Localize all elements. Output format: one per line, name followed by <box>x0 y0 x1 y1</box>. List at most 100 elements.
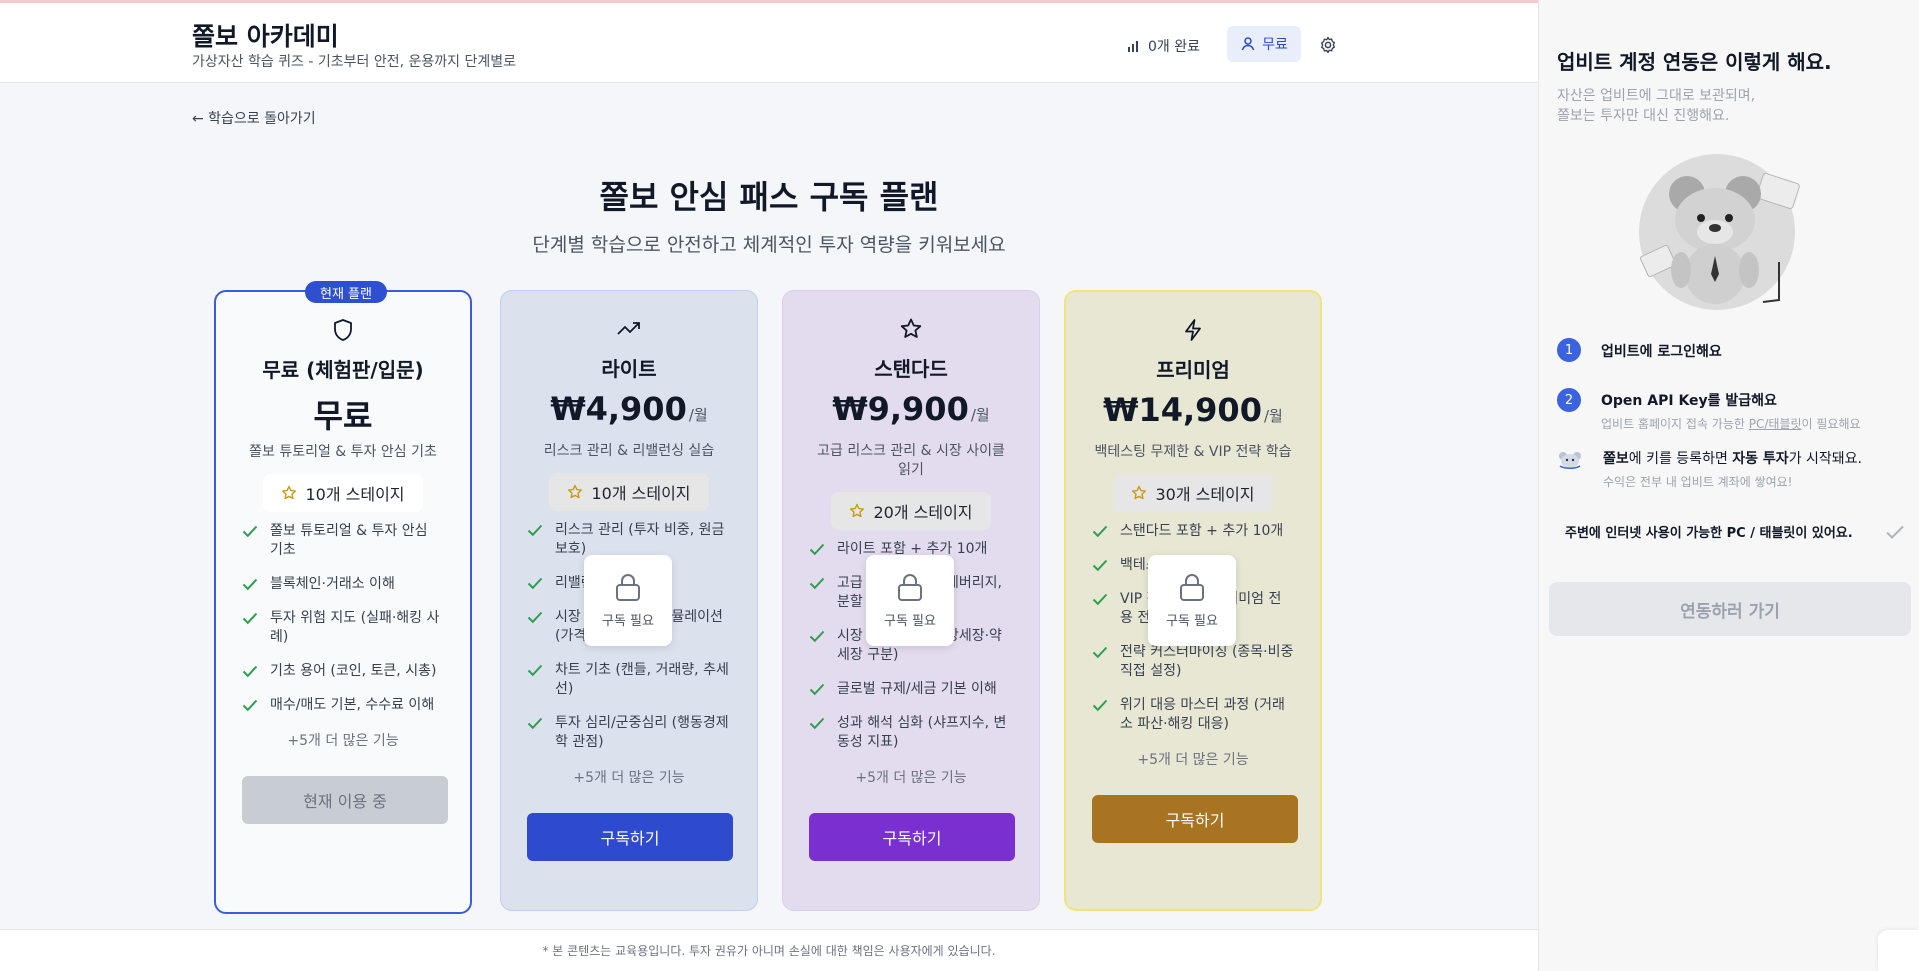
step-text: 업비트에 로그인해요 <box>1601 344 1722 360</box>
star-icon <box>1132 485 1147 500</box>
star-icon <box>282 485 297 500</box>
check-icon <box>1092 525 1108 538</box>
feature-item: 차트 기초 (캔들, 거래량, 추세선) <box>527 661 731 699</box>
step-note-text: 업비트 홈페이지 접속 가능한 <box>1601 417 1749 431</box>
feature-text: 성과 해석 심화 (샤프지수, 변동성 지표) <box>837 715 1007 750</box>
more-features-text: +5개 더 많은 기능 <box>573 770 685 786</box>
star-icon <box>850 503 865 518</box>
feature-list: 쫄보 튜토리얼 & 투자 안심 기초 블록체인·거래소 이해 투자 위험 지도 … <box>242 522 444 715</box>
progress-indicator: 0개 완료 <box>1126 33 1200 59</box>
star-icon <box>568 484 583 499</box>
feature-item: 블록체인·거래소 이해 <box>242 575 444 594</box>
check-icon <box>242 612 258 625</box>
check-icon <box>242 665 258 678</box>
plan-name: 라이트 <box>601 357 657 381</box>
locked-overlay: 구독 필요 <box>866 555 954 646</box>
subscribe-lite-button[interactable]: 구독하기 <box>527 813 733 861</box>
main-area: 쫄보 아카데미 가상자산 학습 퀴즈 - 기초부터 안전, 운용까지 단계별로 … <box>0 0 1538 971</box>
stage-count-label: 20개 스테이지 <box>873 503 973 522</box>
feature-item: 위기 대응 마스터 과정 (거래소 파산·해킹 대응) <box>1092 696 1294 734</box>
checkmark-icon <box>1886 525 1904 539</box>
feature-text: 차트 기초 (캔들, 거래량, 추세선) <box>555 662 729 697</box>
check-icon <box>809 543 825 556</box>
feature-text: 기초 용어 (코인, 토큰, 시총) <box>270 663 437 679</box>
step-text-bold: 쫄보 <box>1603 451 1629 467</box>
price-unit: /월 <box>1263 407 1283 425</box>
app-title: 쫄보 아카데미 <box>192 22 339 51</box>
stage-count-label: 10개 스테이지 <box>305 485 405 504</box>
checkbox-label: 주변에 인터넷 사용이 가능한 PC / 태블릿이 있어요. <box>1565 526 1853 541</box>
feature-item: 매수/매도 기본, 수수료 이해 <box>242 696 444 715</box>
feature-item: 투자 심리/군중심리 (행동경제학 관점) <box>527 714 731 752</box>
check-icon <box>1092 699 1108 712</box>
check-icon <box>809 630 825 643</box>
link-account-button[interactable]: 연동하러 가기 <box>1549 582 1911 636</box>
check-icon <box>1092 559 1108 572</box>
feature-item: 글로벌 규제/세금 기본 이해 <box>809 680 1013 699</box>
back-to-learning-link[interactable]: ← 학습으로 돌아가기 <box>192 108 316 128</box>
gear-icon <box>1320 36 1336 54</box>
step-text-part: 가 시작돼요. <box>1788 451 1862 467</box>
lock-icon <box>616 574 640 601</box>
app-header: 쫄보 아카데미 가상자산 학습 퀴즈 - 기초부터 안전, 운용까지 단계별로 … <box>0 3 1538 83</box>
feature-text: 투자 심리/군중심리 (행동경제학 관점) <box>555 715 729 750</box>
step-number: 1 <box>1557 338 1581 362</box>
plan-description: 리스크 관리 & 리밸런싱 실습 <box>543 443 715 459</box>
feature-item: 기초 용어 (코인, 토큰, 시총) <box>242 662 444 681</box>
lightning-icon <box>1185 319 1201 341</box>
check-icon <box>242 578 258 591</box>
stage-count-label: 10개 스테이지 <box>591 484 691 503</box>
settings-button[interactable] <box>1316 33 1340 57</box>
pc-tablet-link[interactable]: PC/태블릿 <box>1749 417 1802 431</box>
feature-item: 리스크 관리 (투자 비중, 원금 보호) <box>527 521 731 559</box>
page-title: 쫄보 안심 패스 구독 플랜 <box>599 178 939 216</box>
current-plan-button[interactable]: 현재 이용 중 <box>242 776 448 824</box>
feature-text: 글로벌 규제/세금 기본 이해 <box>837 681 997 697</box>
more-features-text: +5개 더 많은 기능 <box>855 770 967 786</box>
price-unit: /월 <box>970 406 990 424</box>
stage-count-badge: 30개 스테이지 <box>1113 474 1273 512</box>
step-1: 1 업비트에 로그인해요 <box>1557 338 1722 362</box>
lock-label: 구독 필요 <box>602 614 654 629</box>
plan-price: 무료 <box>242 391 444 435</box>
check-icon <box>527 524 543 537</box>
stage-count-badge: 10개 스테이지 <box>549 473 709 511</box>
plan-button[interactable]: 무료 <box>1227 26 1301 62</box>
check-icon <box>242 525 258 538</box>
price-value: ₩14,900 <box>1103 391 1262 429</box>
step-3: 쫄보에 키를 등록하면 자동 투자가 시작돼요. 수익은 전부 내 업비트 계좌… <box>1557 446 1862 490</box>
check-icon <box>809 683 825 696</box>
check-icon <box>527 611 543 624</box>
plan-card-free: 무료 (체험판/입문) 무료 쫄보 튜토리얼 & 투자 안심 기초 10개 스테… <box>214 290 472 914</box>
feature-item: 투자 위험 지도 (실패·해킹 사례) <box>242 609 444 647</box>
step-note: 수익은 전부 내 업비트 계좌에 쌓여요! <box>1603 475 1793 489</box>
lock-icon <box>1180 574 1204 601</box>
check-icon <box>527 717 543 730</box>
step-note: 업비트 홈페이지 접속 가능한 PC/태블릿이 필요해요 <box>1601 415 1861 432</box>
panel-subtitle-line: 자산은 업비트에 그대로 보관되며, <box>1557 88 1756 104</box>
bar-chart-icon <box>1128 41 1138 52</box>
stage-count-label: 30개 스테이지 <box>1155 485 1255 504</box>
more-features-text: +5개 더 많은 기능 <box>1137 752 1249 768</box>
feature-text: 매수/매도 기본, 수수료 이해 <box>270 697 435 713</box>
feature-text: 블록체인·거래소 이해 <box>270 576 395 592</box>
stage-count-badge: 10개 스테이지 <box>263 474 423 512</box>
step-number: 2 <box>1557 388 1581 412</box>
locked-overlay: 구독 필요 <box>1148 555 1236 646</box>
step-2: 2 Open API Key를 발급해요 업비트 홈페이지 접속 가능한 PC/… <box>1557 388 1861 432</box>
plan-label: 무료 <box>1262 37 1288 53</box>
step-note-text: 이 필요해요 <box>1801 417 1861 431</box>
subscribe-premium-button[interactable]: 구독하기 <box>1092 795 1298 843</box>
feature-text: 쫄보 튜토리얼 & 투자 안심 기초 <box>270 523 428 558</box>
page-subtitle: 단계별 학습으로 안전하고 체계적인 투자 역량을 키워보세요 <box>532 234 1006 256</box>
panel-subtitle-line: 쫄보는 투자만 대신 진행해요. <box>1557 108 1730 124</box>
feature-text: 리스크 관리 (투자 비중, 원금 보호) <box>555 522 725 557</box>
price-value: 무료 <box>313 397 373 435</box>
check-icon <box>527 664 543 677</box>
feature-item: 스탠다드 포함 + 추가 10개 <box>1092 522 1294 541</box>
subscribe-standard-button[interactable]: 구독하기 <box>809 813 1015 861</box>
corner-widget[interactable] <box>1878 930 1919 971</box>
more-features-text: +5개 더 많은 기능 <box>287 733 399 749</box>
device-confirm-checkbox[interactable]: 주변에 인터넷 사용이 가능한 PC / 태블릿이 있어요. <box>1565 522 1905 541</box>
plan-name: 프리미엄 <box>1156 358 1230 382</box>
